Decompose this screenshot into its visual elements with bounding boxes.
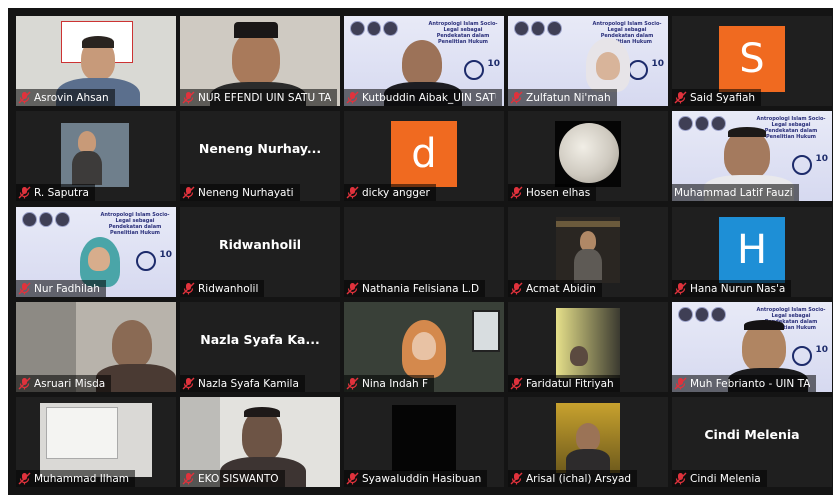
muted-mic-icon	[18, 91, 31, 104]
participant-display-name: Neneng Nurhay...	[198, 141, 322, 156]
name-label: EKO SISWANTO	[180, 470, 285, 487]
avatar: H	[719, 217, 785, 283]
participant-display-name: Nazla Syafa Ka...	[200, 332, 320, 347]
participant-tile[interactable]: Antropologi Islam Socio-Legal sebagai Pe…	[672, 302, 832, 392]
participant-tile[interactable]: NUR EFENDI UIN SATU TA	[180, 16, 340, 106]
participant-tile[interactable]: Ridwanholil Ridwanholil	[180, 207, 340, 297]
name-label: Acmat Abidin	[508, 280, 602, 297]
active-speaker-tile[interactable]: Antropologi Islam Socio-Legal sebagai Pe…	[672, 111, 832, 201]
participant-tile[interactable]: Nina Indah F	[344, 302, 504, 392]
name-label: Arisal (ichal) Arsyad	[508, 470, 638, 487]
muted-mic-icon	[510, 472, 523, 485]
muted-mic-icon	[510, 186, 523, 199]
muted-mic-icon	[510, 91, 523, 104]
participant-tile[interactable]: Syawaluddin Hasibuan	[344, 397, 504, 487]
name-label: Neneng Nurhayati	[180, 184, 300, 201]
muted-mic-icon	[674, 472, 687, 485]
muted-mic-icon	[182, 377, 195, 390]
gallery-view: Asrovin Ahsan NUR EFENDI UIN SATU TA Ant…	[8, 8, 833, 495]
participant-tile[interactable]: Neneng Nurhay... Neneng Nurhayati	[180, 111, 340, 201]
participant-tile[interactable]: Faridatul Fitriyah	[508, 302, 668, 392]
participant-tile[interactable]: Nathania Felisiana L.D	[344, 207, 504, 297]
name-label: Muhammad Latif Fauzi	[672, 184, 799, 201]
muted-mic-icon	[346, 377, 359, 390]
muted-mic-icon	[18, 282, 31, 295]
muted-mic-icon	[18, 472, 31, 485]
participant-tile[interactable]: Muhammad Ilham	[16, 397, 176, 487]
name-label: Zulfatun Ni'mah	[508, 89, 617, 106]
name-label: Nur Fadhilah	[16, 280, 106, 297]
name-label: Asruari Misda	[16, 375, 112, 392]
muted-mic-icon	[346, 472, 359, 485]
participant-tile[interactable]: EKO SISWANTO	[180, 397, 340, 487]
muted-mic-icon	[182, 91, 195, 104]
name-label: Nina Indah F	[344, 375, 435, 392]
participant-tile[interactable]: Nazla Syafa Ka... Nazla Syafa Kamila	[180, 302, 340, 392]
muted-mic-icon	[182, 282, 195, 295]
name-label: Muh Febrianto - UIN TA	[672, 375, 817, 392]
name-label: Hana Nurun Nas'a	[672, 280, 792, 297]
name-label: NUR EFENDI UIN SATU TA	[180, 89, 338, 106]
muted-mic-icon	[510, 377, 523, 390]
participant-tile[interactable]: d dicky angger	[344, 111, 504, 201]
name-label: Hosen elhas	[508, 184, 597, 201]
name-label: Nazla Syafa Kamila	[180, 375, 305, 392]
name-label: Muhammad Ilham	[16, 470, 136, 487]
name-label: Asrovin Ahsan	[16, 89, 115, 106]
participant-tile[interactable]: R. Saputra	[16, 111, 176, 201]
muted-mic-icon	[674, 91, 687, 104]
participant-tile[interactable]: Asruari Misda	[16, 302, 176, 392]
clock-icon	[136, 251, 156, 271]
participant-tile[interactable]: Arisal (ichal) Arsyad	[508, 397, 668, 487]
avatar: d	[391, 121, 457, 187]
participant-tile[interactable]: Antropologi Islam Socio-Legal sebagai Pe…	[344, 16, 504, 106]
muted-mic-icon	[18, 377, 31, 390]
muted-mic-icon	[674, 282, 687, 295]
muted-mic-icon	[510, 282, 523, 295]
moon-image	[559, 123, 619, 183]
clock-icon	[792, 155, 812, 175]
muted-mic-icon	[346, 186, 359, 199]
participant-display-name: Cindi Melenia	[704, 427, 800, 442]
clock-icon	[792, 346, 812, 366]
muted-mic-icon	[182, 186, 195, 199]
muted-mic-icon	[346, 91, 359, 104]
participant-display-name: Ridwanholil	[218, 237, 302, 252]
participant-tile[interactable]: Asrovin Ahsan	[16, 16, 176, 106]
name-label: Nathania Felisiana L.D	[344, 280, 486, 297]
participant-tile[interactable]: Antropologi Islam Socio-Legal sebagai Pe…	[508, 16, 668, 106]
meeting-window: Asrovin Ahsan NUR EFENDI UIN SATU TA Ant…	[0, 0, 833, 495]
participant-tile[interactable]: Hosen elhas	[508, 111, 668, 201]
name-label: Kutbuddin Aibak_UIN SATU	[344, 89, 502, 106]
name-label: Said Syafiah	[672, 89, 762, 106]
name-label: R. Saputra	[16, 184, 95, 201]
muted-mic-icon	[18, 186, 31, 199]
clock-icon	[628, 60, 648, 80]
participant-tile[interactable]: Cindi Melenia Cindi Melenia	[672, 397, 832, 487]
name-label: Cindi Melenia	[672, 470, 767, 487]
name-label: Faridatul Fitriyah	[508, 375, 620, 392]
muted-mic-icon	[674, 377, 687, 390]
participant-tile[interactable]: S Said Syafiah	[672, 16, 832, 106]
name-label: Syawaluddin Hasibuan	[344, 470, 488, 487]
name-label: dicky angger	[344, 184, 436, 201]
name-label: Ridwanholil	[180, 280, 265, 297]
participant-tile[interactable]: Acmat Abidin	[508, 207, 668, 297]
avatar: S	[719, 26, 785, 92]
participant-tile[interactable]: Antropologi Islam Socio-Legal sebagai Pe…	[16, 207, 176, 297]
muted-mic-icon	[182, 472, 195, 485]
participant-tile[interactable]: H Hana Nurun Nas'a	[672, 207, 832, 297]
clock-icon	[464, 60, 484, 80]
muted-mic-icon	[346, 282, 359, 295]
